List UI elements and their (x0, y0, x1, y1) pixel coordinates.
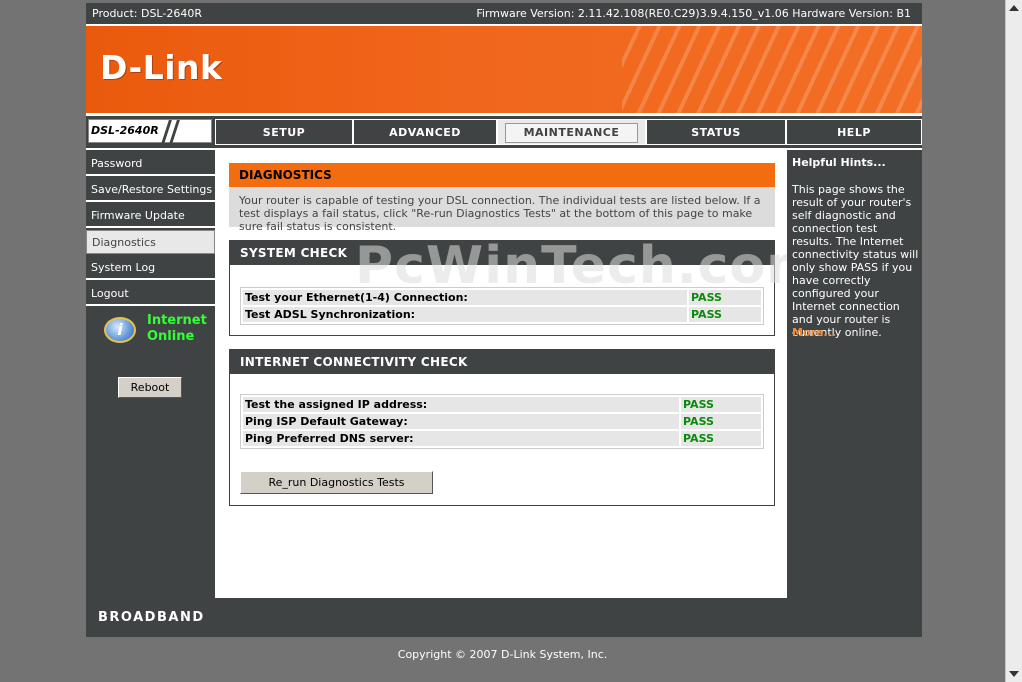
banner-stripes (622, 26, 922, 113)
table-row: Ping Preferred DNS server: PASS (243, 431, 761, 446)
test-result: PASS (689, 307, 761, 322)
broadband-label: BROADBAND (98, 610, 205, 625)
firmware-label: Firmware Version: 2.11.42.108(RE0.C29)3.… (476, 7, 911, 20)
copyright-text: Copyright © 2007 D-Link System, Inc. (397, 648, 608, 661)
tab-setup[interactable]: SETUP (215, 119, 353, 145)
tab-help[interactable]: HELP (786, 119, 922, 145)
system-check-panel: SYSTEM CHECK Test your Ethernet(1-4) Con… (229, 240, 775, 336)
rerun-diagnostics-button[interactable]: Re_run Diagnostics Tests (240, 471, 433, 494)
dlink-logo: D-Link (100, 48, 223, 87)
tab-advanced[interactable]: ADVANCED (353, 119, 497, 145)
test-label: Test the assigned IP address: (243, 397, 679, 412)
hints-text: This page shows the result of your route… (792, 183, 919, 339)
page-description: Your router is capable of testing your D… (229, 187, 775, 233)
helpful-hints-panel: Helpful Hints... This page shows the res… (787, 150, 922, 598)
internet-check-table: Test the assigned IP address: PASS Ping … (240, 394, 764, 449)
model-box: DSL-2640R (88, 119, 212, 144)
more-link[interactable]: More... (792, 326, 836, 339)
sidebar-item-diagnostics[interactable]: Diagnostics (86, 230, 215, 254)
info-icon: i (104, 317, 136, 343)
reboot-button[interactable]: Reboot (118, 377, 182, 398)
sidebar: Password Save/Restore Settings Firmware … (86, 150, 215, 598)
sidebar-item-system-log[interactable]: System Log (86, 256, 215, 280)
internet-check-heading: INTERNET CONNECTIVITY CHECK (230, 350, 774, 374)
table-row: Ping ISP Default Gateway: PASS (243, 414, 761, 429)
test-label: Test ADSL Synchronization: (243, 307, 687, 322)
router-admin-page: Product: DSL-2640R Firmware Version: 2.1… (86, 3, 922, 637)
hints-title: Helpful Hints... (792, 156, 886, 169)
tab-maintenance[interactable]: MAINTENANCE (497, 119, 646, 145)
product-label: Product: DSL-2640R (92, 7, 202, 20)
page-title: DIAGNOSTICS (229, 163, 775, 187)
model-label: DSL-2640R (91, 124, 159, 137)
system-check-heading: SYSTEM CHECK (230, 241, 774, 265)
test-result: PASS (689, 290, 761, 305)
test-result: PASS (681, 414, 761, 429)
sidebar-item-logout[interactable]: Logout (86, 282, 215, 306)
main-content: DIAGNOSTICS Your router is capable of te… (215, 150, 820, 598)
table-row: Test ADSL Synchronization: PASS (243, 307, 761, 322)
vertical-scrollbar[interactable] (1005, 0, 1022, 682)
test-result: PASS (681, 397, 761, 412)
top-navigation: DSL-2640R SETUP ADVANCED MAINTENANCE STA… (86, 116, 922, 148)
table-row: Test your Ethernet(1-4) Connection: PASS (243, 290, 761, 305)
sidebar-item-firmware-update[interactable]: Firmware Update (86, 204, 215, 228)
footer-bar: BROADBAND (86, 598, 922, 637)
internet-status-text: Internet Online (147, 313, 207, 344)
system-check-table: Test your Ethernet(1-4) Connection: PASS… (240, 287, 764, 325)
internet-status: i Internet Online (104, 313, 214, 353)
test-label: Ping Preferred DNS server: (243, 431, 679, 446)
header-banner: D-Link (86, 26, 922, 113)
test-label: Test your Ethernet(1-4) Connection: (243, 290, 687, 305)
table-row: Test the assigned IP address: PASS (243, 397, 761, 412)
sidebar-item-save-restore[interactable]: Save/Restore Settings (86, 178, 215, 202)
scroll-up-icon[interactable] (1009, 5, 1019, 11)
internet-check-panel: INTERNET CONNECTIVITY CHECK Test the ass… (229, 349, 775, 506)
tab-status[interactable]: STATUS (646, 119, 786, 145)
top-info-bar: Product: DSL-2640R Firmware Version: 2.1… (86, 3, 922, 24)
scroll-down-icon[interactable] (1009, 671, 1019, 677)
sidebar-item-password[interactable]: Password (86, 152, 215, 176)
test-result: PASS (681, 431, 761, 446)
test-label: Ping ISP Default Gateway: (243, 414, 679, 429)
